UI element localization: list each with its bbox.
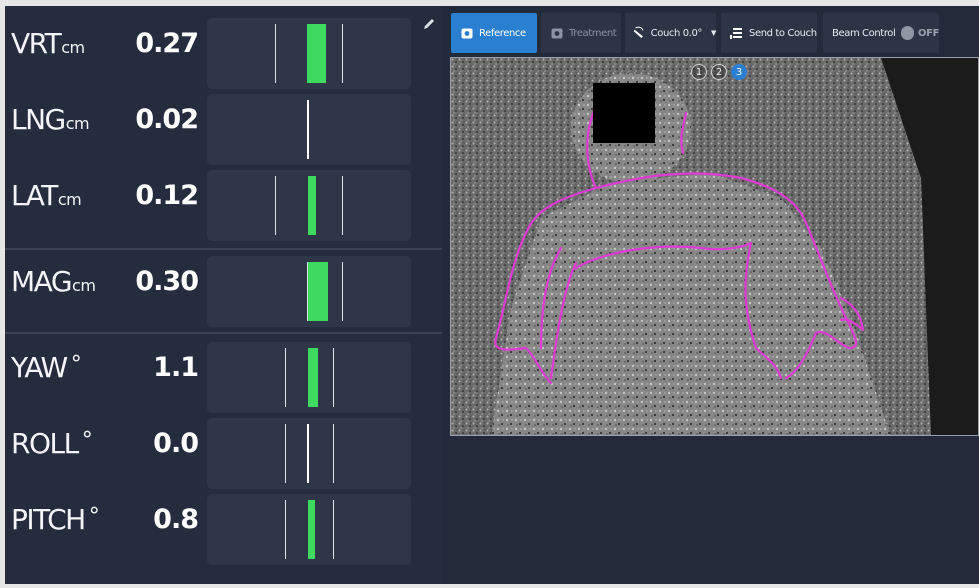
- tolerance-tick: [333, 500, 334, 559]
- metric-row-roll: ROLL ° 0.0: [5, 410, 442, 489]
- deviation-gauge: [207, 170, 411, 241]
- metric-value: 0.30: [135, 266, 199, 297]
- beam-control-toggle[interactable]: Beam Control OFF: [823, 13, 939, 53]
- metric-value: 0.27: [135, 28, 199, 59]
- send-to-couch-label: Send to Couch: [749, 27, 817, 39]
- deviation-gauge: [207, 342, 411, 413]
- couch-rotation-icon: [633, 26, 644, 38]
- metric-label: MAGcm: [11, 265, 96, 298]
- toggle-switch-icon[interactable]: [901, 26, 915, 40]
- tolerance-tick: [342, 176, 343, 235]
- step-button[interactable]: 1: [691, 64, 707, 80]
- tolerance-tick: [285, 500, 286, 559]
- patient-surface-image: [451, 58, 978, 435]
- send-to-couch-icon: [730, 28, 742, 39]
- tolerance-tick: [342, 262, 343, 321]
- metric-row-lat: LATcm 0.12: [5, 162, 442, 241]
- step-button[interactable]: 2: [711, 64, 727, 80]
- deviation-gauge: [207, 418, 411, 489]
- tolerance-tick: [333, 348, 334, 407]
- tolerance-tick: [333, 424, 334, 483]
- metric-row-pitch: PITCH ° 0.8: [5, 486, 442, 565]
- metric-row-mag: MAGcm 0.30: [5, 248, 442, 327]
- metric-label: LNGcm: [11, 103, 90, 136]
- deviation-bar: [307, 24, 326, 83]
- metric-label: LATcm: [11, 179, 82, 212]
- couch-label: Couch 0.0°: [650, 27, 703, 39]
- deviation-bar: [308, 348, 318, 407]
- center-tick: [307, 100, 309, 159]
- metric-label: YAW °: [11, 351, 82, 384]
- metric-value: 1.1: [153, 352, 199, 383]
- deviation-panel: VRTcm 0.27 LNGcm 0.02 LATcm 0.12 MAGcm 0…: [5, 6, 442, 584]
- metric-row-lng: LNGcm 0.02: [5, 86, 442, 165]
- send-to-couch-button[interactable]: Send to Couch: [721, 13, 817, 53]
- tolerance-tick: [285, 348, 286, 407]
- tolerance-tick: [285, 424, 286, 483]
- patient-surface-camera-view[interactable]: 1 2 3: [450, 57, 979, 436]
- metric-value: 0.12: [135, 180, 199, 211]
- reference-label: Reference: [479, 27, 526, 39]
- metric-value: 0.02: [135, 104, 199, 135]
- metric-label: ROLL °: [11, 427, 93, 460]
- metric-value: 0.8: [153, 504, 199, 535]
- camera-icon: [551, 28, 563, 39]
- deviation-gauge: [207, 18, 411, 89]
- tolerance-tick: [275, 24, 276, 83]
- window-frame: VRTcm 0.27 LNGcm 0.02 LATcm 0.12 MAGcm 0…: [0, 0, 979, 588]
- treatment-label: Treatment: [569, 27, 617, 39]
- center-tick: [307, 424, 309, 483]
- camera-step-selector: 1 2 3: [691, 64, 747, 80]
- camera-icon: [461, 28, 473, 39]
- toolbar: Reference Treatment Couch 0.0° ▼ Send to…: [451, 13, 979, 53]
- metric-row-yaw: YAW ° 1.1: [5, 334, 442, 413]
- metric-value: 0.0: [153, 428, 199, 459]
- beam-state-label: OFF: [918, 27, 939, 39]
- metric-label: PITCH °: [11, 503, 100, 536]
- metric-row-vrt: VRTcm 0.27: [5, 10, 442, 89]
- deviation-bar: [308, 262, 328, 321]
- deviation-gauge: [207, 494, 411, 565]
- metric-label: VRTcm: [11, 27, 85, 60]
- couch-angle-dropdown[interactable]: Couch 0.0° ▼: [625, 13, 716, 53]
- surface-guidance-app: VRTcm 0.27 LNGcm 0.02 LATcm 0.12 MAGcm 0…: [5, 6, 979, 584]
- tolerance-tick: [275, 176, 276, 235]
- tolerance-tick: [342, 24, 343, 83]
- deviation-bar: [308, 176, 316, 235]
- deviation-bar: [308, 500, 315, 559]
- chevron-down-icon: ▼: [711, 29, 716, 37]
- face-redaction-box: [593, 83, 655, 143]
- treatment-button[interactable]: Treatment: [541, 13, 621, 53]
- deviation-gauge: [207, 256, 411, 327]
- step-button-active[interactable]: 3: [731, 64, 747, 80]
- deviation-gauge: [207, 94, 411, 165]
- beam-control-label: Beam Control: [832, 27, 896, 39]
- reference-button[interactable]: Reference: [451, 13, 537, 53]
- pencil-icon[interactable]: [422, 17, 436, 31]
